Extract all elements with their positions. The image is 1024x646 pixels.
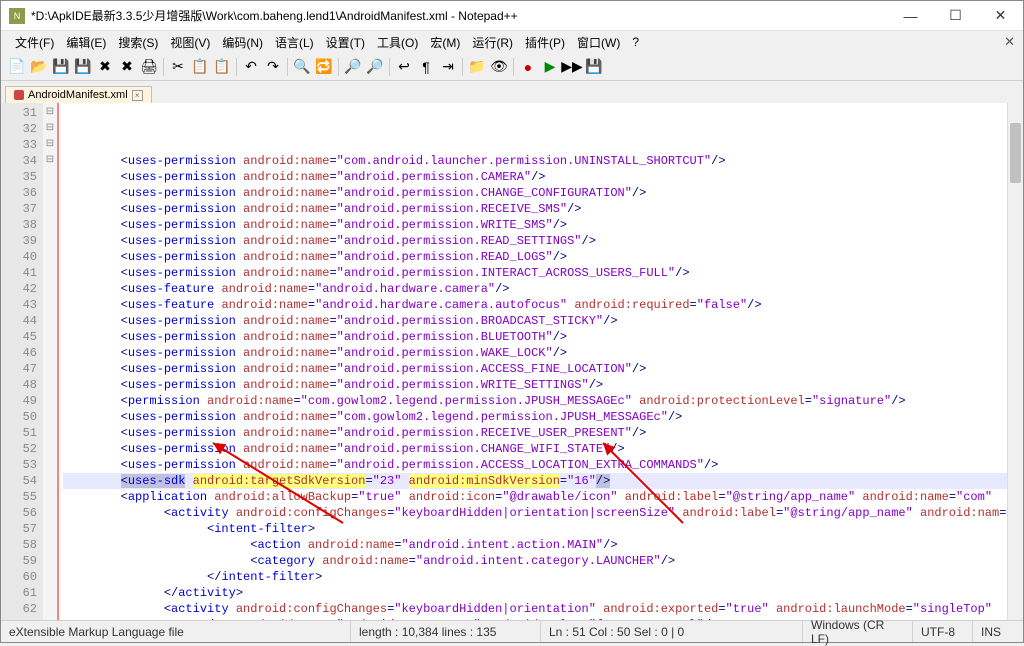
fold-gutter[interactable]: ⊟⊟⊟⊟ <box>43 103 57 620</box>
menu-macro[interactable]: 宏(M) <box>424 32 466 53</box>
saveall-icon[interactable]: 💾 <box>73 57 93 77</box>
wordwrap-icon[interactable]: ↩ <box>394 57 414 77</box>
undo-icon[interactable]: ↶ <box>241 57 261 77</box>
folder-icon[interactable]: 📁 <box>467 57 487 77</box>
menu-window[interactable]: 窗口(W) <box>571 32 626 53</box>
menubar: 文件(F) 编辑(E) 搜索(S) 视图(V) 编码(N) 语言(L) 设置(T… <box>1 31 1023 53</box>
status-enc[interactable]: UTF-8 <box>913 621 973 642</box>
tab-close-icon[interactable]: × <box>132 90 143 101</box>
editor[interactable]: 3132333435363738394041424344454647484950… <box>1 103 1023 620</box>
minimize-button[interactable]: — <box>888 1 933 31</box>
code-area[interactable]: <uses-permission android:name="com.andro… <box>63 103 1007 620</box>
menu-help[interactable]: ? <box>626 33 645 51</box>
menu-tools[interactable]: 工具(O) <box>371 32 424 53</box>
copy-icon[interactable]: 📋 <box>190 57 210 77</box>
menu-file[interactable]: 文件(F) <box>9 32 60 53</box>
menu-view[interactable]: 视图(V) <box>164 32 216 53</box>
maximize-button[interactable]: ☐ <box>933 1 978 31</box>
showall-icon[interactable]: ¶ <box>416 57 436 77</box>
closeall-icon[interactable]: ✖ <box>117 57 137 77</box>
app-icon: N <box>9 8 25 24</box>
statusbar: eXtensible Markup Language file length :… <box>1 620 1023 642</box>
new-icon[interactable]: 📄 <box>7 57 27 77</box>
menu-plugins[interactable]: 插件(P) <box>519 32 571 53</box>
tabbar: AndroidManifest.xml × <box>1 81 1023 103</box>
menu-edit[interactable]: 编辑(E) <box>60 32 112 53</box>
status-length: length : 10,384 lines : 135 <box>351 621 541 642</box>
status-ins[interactable]: INS <box>973 621 1023 642</box>
monitor-icon[interactable]: 👁 <box>489 57 509 77</box>
tab-label: AndroidManifest.xml <box>28 89 128 101</box>
find-icon[interactable]: 🔍 <box>292 57 312 77</box>
close-doc-icon[interactable]: ✕ <box>1004 34 1015 50</box>
close-icon[interactable]: ✖ <box>95 57 115 77</box>
zoomout-icon[interactable]: 🔎 <box>365 57 385 77</box>
window-title: *D:\ApkIDE最新3.3.5少月增强版\Work\com.baheng.l… <box>31 7 888 24</box>
print-icon[interactable]: 🖨 <box>139 57 159 77</box>
playback-icon[interactable]: ▶▶ <box>562 57 582 77</box>
record-icon[interactable]: ● <box>518 57 538 77</box>
tab-androidmanifest[interactable]: AndroidManifest.xml × <box>5 86 152 103</box>
replace-icon[interactable]: 🔁 <box>314 57 334 77</box>
redo-icon[interactable]: ↷ <box>263 57 283 77</box>
titlebar[interactable]: N *D:\ApkIDE最新3.3.5少月增强版\Work\com.baheng… <box>1 1 1023 31</box>
zoomin-icon[interactable]: 🔎 <box>343 57 363 77</box>
close-button[interactable]: ✕ <box>978 1 1023 31</box>
indent-icon[interactable]: ⇥ <box>438 57 458 77</box>
vertical-scrollbar[interactable] <box>1007 103 1023 620</box>
save-icon[interactable]: 💾 <box>51 57 71 77</box>
menu-settings[interactable]: 设置(T) <box>320 32 371 53</box>
open-icon[interactable]: 📂 <box>29 57 49 77</box>
status-lang: eXtensible Markup Language file <box>1 621 351 642</box>
savemacro-icon[interactable]: 💾 <box>584 57 604 77</box>
play-icon[interactable]: ▶ <box>540 57 560 77</box>
tab-modified-icon <box>14 90 24 100</box>
status-pos: Ln : 51 Col : 50 Sel : 0 | 0 <box>541 621 803 642</box>
scrollbar-thumb[interactable] <box>1010 123 1021 183</box>
menu-run[interactable]: 运行(R) <box>466 32 519 53</box>
line-gutter: 3132333435363738394041424344454647484950… <box>1 103 43 620</box>
menu-search[interactable]: 搜索(S) <box>112 32 164 53</box>
status-eol[interactable]: Windows (CR LF) <box>803 621 913 642</box>
menu-encoding[interactable]: 编码(N) <box>216 32 269 53</box>
paste-icon[interactable]: 📋 <box>212 57 232 77</box>
menu-language[interactable]: 语言(L) <box>269 32 320 53</box>
cut-icon[interactable]: ✂ <box>168 57 188 77</box>
toolbar: 📄 📂 💾 💾 ✖ ✖ 🖨 ✂ 📋 📋 ↶ ↷ 🔍 🔁 🔎 🔎 ↩ ¶ ⇥ 📁 … <box>1 53 1023 81</box>
window: N *D:\ApkIDE最新3.3.5少月增强版\Work\com.baheng… <box>0 0 1024 643</box>
